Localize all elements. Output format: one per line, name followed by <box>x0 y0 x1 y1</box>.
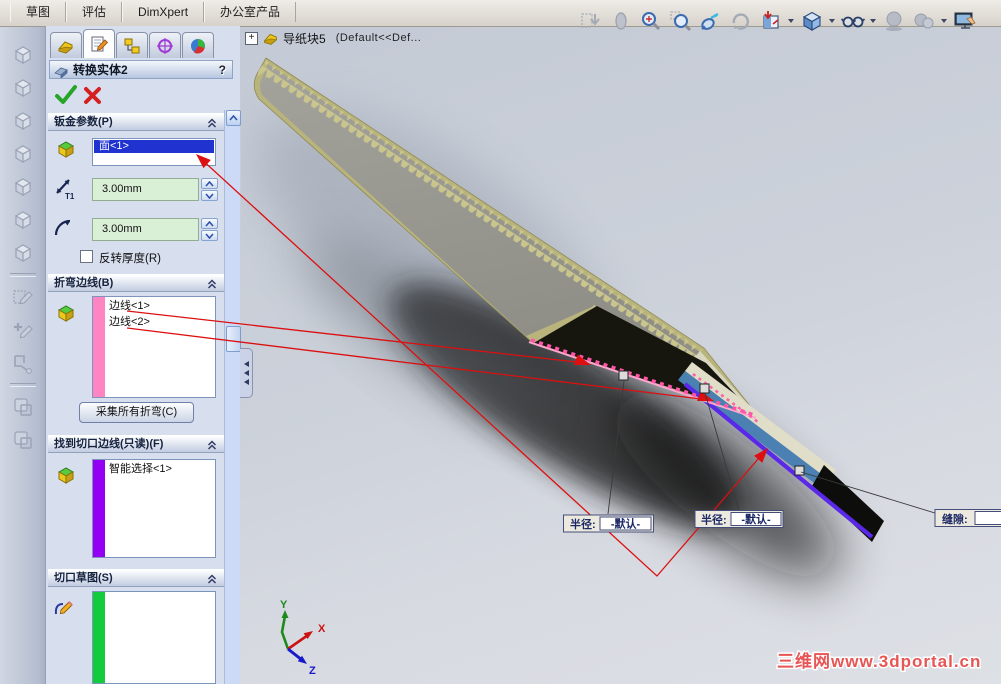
spin-up-icon[interactable] <box>201 178 218 189</box>
features-toolbar <box>0 26 46 684</box>
display-style-dropdown-icon[interactable] <box>868 6 878 36</box>
feature-cube-icon[interactable] <box>7 39 39 71</box>
view-orientation-dropdown-icon[interactable] <box>827 6 837 36</box>
rip-edges-list[interactable]: 智能选择<1> <box>92 459 216 558</box>
thickness-spinner <box>201 178 218 201</box>
toolbar-separator <box>9 383 36 387</box>
list-item[interactable]: 边线<2> <box>109 314 150 330</box>
convert-solid-icon <box>54 67 68 78</box>
part-icon <box>262 29 280 47</box>
feature-cube-icon[interactable] <box>7 138 39 170</box>
view-toolbar <box>576 4 979 38</box>
convert-entities-icon[interactable] <box>7 347 39 379</box>
part-name[interactable]: 导纸块5 <box>283 30 326 47</box>
help-button[interactable]: ? <box>219 63 226 77</box>
menu-tab-dimxpert[interactable]: DimXpert <box>122 2 205 22</box>
feature-cube-icon[interactable] <box>7 72 39 104</box>
collect-all-bends-button[interactable]: 采集所有折弯(C) <box>79 402 194 423</box>
bend-radius-icon <box>51 215 77 246</box>
collapse-chevron-icon[interactable] <box>206 573 218 591</box>
feature-cube-icon[interactable] <box>7 171 39 203</box>
zoom-to-fit-icon[interactable] <box>636 6 665 36</box>
collapse-chevron-icon[interactable] <box>206 439 218 457</box>
shadows-icon[interactable] <box>879 6 908 36</box>
graphics-viewport[interactable]: + 导纸块5 (Default<<Def... <box>240 26 1001 684</box>
display-style-icon[interactable] <box>838 6 867 36</box>
panel-title-bar: 转换实体2 ? <box>49 60 233 79</box>
feature-cube-icon[interactable] <box>7 237 39 269</box>
rip-edges-stripe <box>93 460 105 557</box>
splitter-arrows-icon <box>243 361 249 385</box>
reverse-thickness-checkbox[interactable] <box>80 250 93 263</box>
bend-radius-input[interactable]: 3.00mm <box>92 218 199 241</box>
thickness-input[interactable]: 3.00mm <box>92 178 199 201</box>
section-view-dropdown-icon[interactable] <box>786 6 796 36</box>
flyout-feature-tree: + 导纸块5 (Default<<Def... <box>245 29 421 47</box>
bend-radius-spinner <box>201 218 218 241</box>
spin-up-icon[interactable] <box>201 218 218 229</box>
menu-tab-office-products[interactable]: 办公室产品 <box>204 2 297 22</box>
apply-scene-icon[interactable] <box>950 6 979 36</box>
rotate-view-icon[interactable] <box>726 6 755 36</box>
list-item[interactable]: 智能选择<1> <box>109 461 172 477</box>
feature-cube-icon[interactable] <box>7 204 39 236</box>
selected-face-item[interactable]: 面<1> <box>94 140 214 153</box>
tab-feature-manager[interactable] <box>50 32 82 58</box>
tab-dimxpert-manager[interactable] <box>149 32 181 58</box>
bend-edges-list[interactable]: 边线<1> 边线<2> <box>92 296 216 398</box>
ok-button[interactable] <box>54 83 78 112</box>
rip-sketches-list[interactable] <box>92 591 216 684</box>
rip-sketches-stripe <box>93 592 105 683</box>
spin-down-icon[interactable] <box>201 190 218 201</box>
bend-edges-stripe <box>93 297 105 397</box>
realview-dropdown-icon[interactable] <box>939 6 949 36</box>
panel-title: 转换实体2 <box>73 63 128 77</box>
fixed-face-icon <box>55 138 77 165</box>
zoom-in-out-icon[interactable] <box>606 6 635 36</box>
scrollbar-thumb[interactable] <box>226 326 241 352</box>
cancel-button[interactable] <box>83 86 102 110</box>
derived-part-icon[interactable] <box>7 391 39 423</box>
collapse-chevron-icon[interactable] <box>206 117 218 135</box>
feature-cube-icon[interactable] <box>7 105 39 137</box>
section-view-icon[interactable] <box>756 6 785 36</box>
tree-expand-button[interactable]: + <box>245 31 258 45</box>
realview-icon[interactable] <box>909 6 938 36</box>
section-header-rip-sketches[interactable]: 切口草图(S) <box>48 569 224 587</box>
edit-sketch-icon[interactable] <box>7 281 39 313</box>
menu-tab-sketch[interactable]: 草图 <box>10 2 67 22</box>
fixed-face-selection-box[interactable]: 面<1> <box>92 138 216 166</box>
part-configuration: (Default<<Def... <box>335 32 422 44</box>
property-manager-panel: 转换实体2 ? 钣金参数(P) 面<1> T1 3.00mm 3.00mm 反转… <box>46 26 241 684</box>
tab-display-manager[interactable] <box>182 32 214 58</box>
menu-tab-evaluate[interactable]: 评估 <box>66 2 123 22</box>
zoom-to-selection-icon[interactable] <box>696 6 725 36</box>
panel-scrollbar[interactable] <box>224 110 241 684</box>
panel-splitter-grip[interactable] <box>240 348 253 398</box>
section-header-bend-edges[interactable]: 折弯边线(B) <box>48 274 224 292</box>
zoom-to-area-icon[interactable] <box>666 6 695 36</box>
tab-configuration-manager[interactable] <box>116 32 148 58</box>
panel-tab-bar <box>50 29 215 58</box>
rip-sketch-icon <box>52 596 78 627</box>
add-sketch-icon[interactable] <box>7 314 39 346</box>
derived-part-icon[interactable] <box>7 424 39 456</box>
tab-property-manager[interactable] <box>83 29 115 58</box>
rip-edges-icon <box>55 464 77 491</box>
previous-view-icon[interactable] <box>576 6 605 36</box>
toolbar-separator <box>9 273 36 277</box>
bend-edges-icon <box>55 302 77 329</box>
reverse-thickness-label: 反转厚度(R) <box>99 253 161 265</box>
view-orientation-icon[interactable] <box>797 6 826 36</box>
collapse-chevron-icon[interactable] <box>206 278 218 296</box>
section-header-rip-edges[interactable]: 找到切口边线(只读)(F) <box>48 435 224 453</box>
section-header-sheet-metal[interactable]: 钣金参数(P) <box>48 113 224 131</box>
scrollbar-up-icon[interactable] <box>226 110 241 126</box>
svg-text:T1: T1 <box>65 192 75 201</box>
list-item[interactable]: 边线<1> <box>109 298 150 314</box>
thickness-icon: T1 <box>51 175 77 206</box>
spin-down-icon[interactable] <box>201 230 218 241</box>
